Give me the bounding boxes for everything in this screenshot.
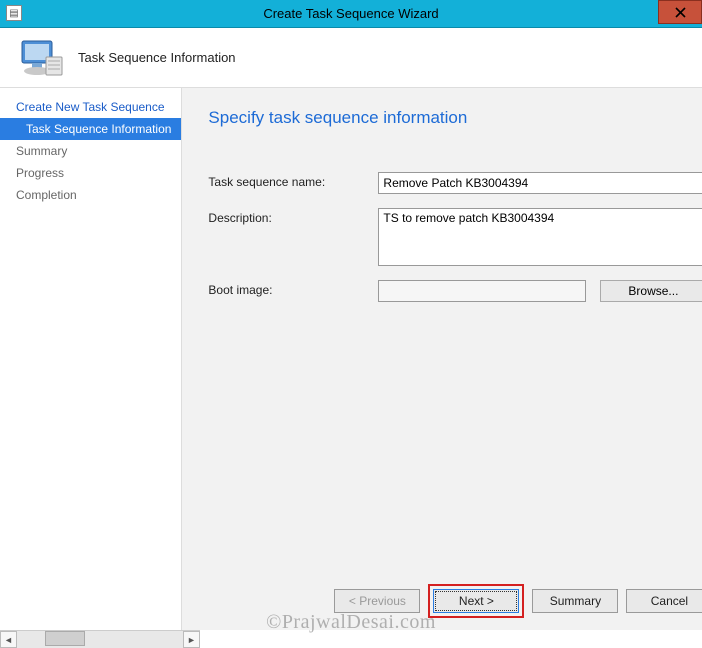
header-title: Task Sequence Information [78,50,236,65]
next-button[interactable]: Next > [433,589,519,613]
computer-icon [18,37,64,79]
scroll-right-arrow[interactable]: ► [183,631,200,648]
browse-button[interactable]: Browse... [600,280,702,302]
row-task-sequence-name: Task sequence name: [208,172,702,194]
page-heading: Specify task sequence information [208,108,702,128]
header-strip: Task Sequence Information [0,28,702,88]
input-description[interactable] [378,208,702,266]
sidebar-horizontal-scrollbar[interactable]: ◄ ► [0,630,200,648]
wizard-button-bar: < Previous Next > Summary Cancel [334,584,702,618]
label-boot-image: Boot image: [208,280,378,297]
previous-button: < Previous [334,589,420,613]
row-boot-image: Boot image: Browse... [208,280,702,302]
row-description: Description: [208,208,702,266]
step-task-sequence-information[interactable]: Task Sequence Information [0,118,181,140]
body-area: Create New Task Sequence Task Sequence I… [0,88,702,630]
close-icon [675,7,686,18]
cancel-button[interactable]: Cancel [626,589,702,613]
label-task-sequence-name: Task sequence name: [208,172,378,189]
scroll-thumb[interactable] [45,631,85,646]
step-summary[interactable]: Summary [0,140,181,162]
close-button[interactable] [658,0,702,24]
wizard-steps-sidebar: Create New Task Sequence Task Sequence I… [0,88,182,630]
scroll-left-arrow[interactable]: ◄ [0,631,17,648]
step-create-new-task-sequence[interactable]: Create New Task Sequence [0,96,181,118]
step-progress[interactable]: Progress [0,162,181,184]
summary-button[interactable]: Summary [532,589,618,613]
next-button-highlight: Next > [428,584,524,618]
window-title: Create Task Sequence Wizard [263,6,438,21]
titlebar: ▤ Create Task Sequence Wizard [0,0,702,28]
input-boot-image[interactable] [378,280,586,302]
label-description: Description: [208,208,378,225]
main-panel: Specify task sequence information Task s… [182,88,702,630]
step-completion[interactable]: Completion [0,184,181,206]
scroll-track[interactable] [17,631,183,648]
input-task-sequence-name[interactable] [378,172,702,194]
system-menu-icon[interactable]: ▤ [6,5,22,21]
